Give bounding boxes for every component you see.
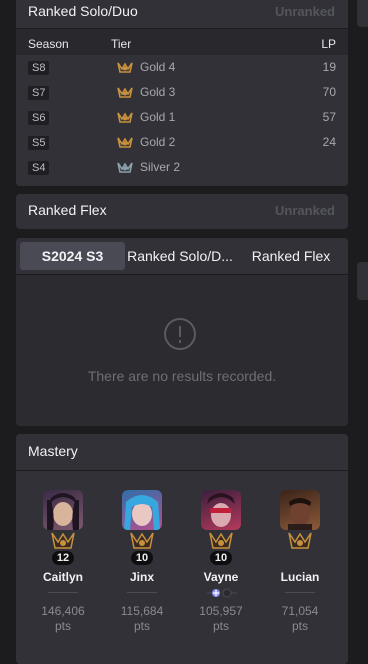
lp-column-header: LP (321, 37, 336, 51)
champion-name: Jinx (129, 570, 154, 584)
mastery-header: Mastery (16, 434, 348, 471)
mastery-points-unit: pts (212, 619, 229, 633)
mastery-level-badge: 12 (52, 551, 74, 565)
ranked-flex-title: Ranked Flex (28, 202, 107, 218)
divider (127, 592, 157, 593)
side-panel-edge (357, 0, 368, 27)
tier-label: Gold 3 (140, 85, 176, 99)
match-history-card: S2024 S3 Ranked Solo/D... Ranked Flex Th… (16, 238, 348, 426)
table-row: S7 Gold 3 70 (16, 80, 348, 105)
ranked-solo-card: Ranked Solo/Duo Unranked Season Tier LP … (16, 0, 348, 186)
tier-label: Silver 2 (140, 160, 181, 174)
season-badge: S5 (28, 136, 50, 150)
gold-emblem-icon (117, 62, 133, 73)
mastery-crest-icon (51, 532, 75, 549)
queue-tab-bar: S2024 S3 Ranked Solo/D... Ranked Flex (16, 238, 348, 275)
lp-value: 19 (322, 60, 336, 74)
mastery-points-value: 105,957 (199, 604, 243, 618)
side-panel-edge (357, 262, 368, 300)
season-table-header: Season Tier LP (16, 29, 348, 55)
mastery-title: Mastery (28, 443, 78, 459)
exclamation-icon (164, 318, 196, 350)
champion-portrait (280, 490, 320, 530)
mastery-points-unit: pts (133, 619, 150, 633)
champion-portrait (201, 490, 241, 530)
lp-value: 70 (322, 85, 336, 99)
mastery-points-value: 115,684 (120, 604, 164, 618)
mastery-crest-icon (209, 532, 233, 549)
mastery-level-badge: 10 (210, 551, 232, 565)
ranked-solo-header: Ranked Solo/Duo Unranked (16, 0, 348, 29)
mastery-points-unit: pts (291, 619, 308, 633)
champion-portrait (43, 490, 83, 530)
mastery-points: 115,684 pts (102, 604, 182, 634)
gold-emblem-icon (117, 137, 133, 148)
ranked-flex-card: Ranked Flex Unranked (16, 194, 348, 229)
empty-message: There are no results recorded. (87, 368, 277, 384)
mastery-points: 146,406 pts (23, 604, 103, 634)
champion-name: Vayne (203, 570, 239, 584)
divider (48, 592, 78, 593)
season-column-header: Season (28, 37, 69, 51)
tab-ranked-solo[interactable]: Ranked Solo/D... (125, 242, 235, 270)
mastery-points: 71,054 pts (260, 604, 340, 634)
divider (285, 592, 315, 593)
gold-emblem-icon (117, 87, 133, 98)
mastery-points-value: 71,054 (281, 604, 319, 618)
lp-value: 57 (322, 110, 336, 124)
mastery-card: Mastery 12 Caitlyn 146,406 pts 10 Jinx 11… (16, 434, 348, 664)
season-badge: S8 (28, 61, 50, 75)
season-table-body: S8 Gold 4 19 S7 Gold 3 70 S6 Gold 1 57 S… (16, 55, 348, 180)
mastery-points-value: 146,406 (41, 604, 85, 618)
mastery-marks-icon (207, 588, 237, 598)
gold-emblem-icon (117, 112, 133, 123)
season-badge: S6 (28, 111, 50, 125)
mastery-level-badge: 10 (131, 551, 153, 565)
mastery-crest-icon (130, 532, 154, 549)
tier-label: Gold 1 (140, 110, 176, 124)
mastery-crest-icon (288, 532, 312, 549)
season-badge: S4 (28, 161, 50, 175)
silver-emblem-icon (117, 162, 133, 173)
ranked-flex-status: Unranked (275, 203, 335, 218)
table-row: S8 Gold 4 19 (16, 55, 348, 80)
ranked-solo-status: Unranked (275, 4, 335, 19)
season-badge: S7 (28, 86, 50, 100)
table-row: S6 Gold 1 57 (16, 105, 348, 130)
tier-label: Gold 4 (140, 60, 176, 74)
ranked-solo-title: Ranked Solo/Duo (28, 3, 138, 19)
lp-value: 24 (322, 135, 336, 149)
mastery-points: 105,957 pts (181, 604, 261, 634)
empty-state: There are no results recorded. (16, 275, 348, 426)
tab-s2024-s3[interactable]: S2024 S3 (20, 242, 125, 270)
mastery-points-unit: pts (54, 619, 71, 633)
tier-label: Gold 2 (140, 135, 176, 149)
tab-ranked-flex[interactable]: Ranked Flex (243, 242, 339, 270)
champion-name: Lucian (280, 570, 320, 584)
table-row: S5 Gold 2 24 (16, 130, 348, 155)
table-row: S4 Silver 2 (16, 155, 348, 180)
champion-portrait (122, 490, 162, 530)
champion-name: Caitlyn (42, 570, 83, 584)
tier-column-header: Tier (111, 37, 132, 51)
